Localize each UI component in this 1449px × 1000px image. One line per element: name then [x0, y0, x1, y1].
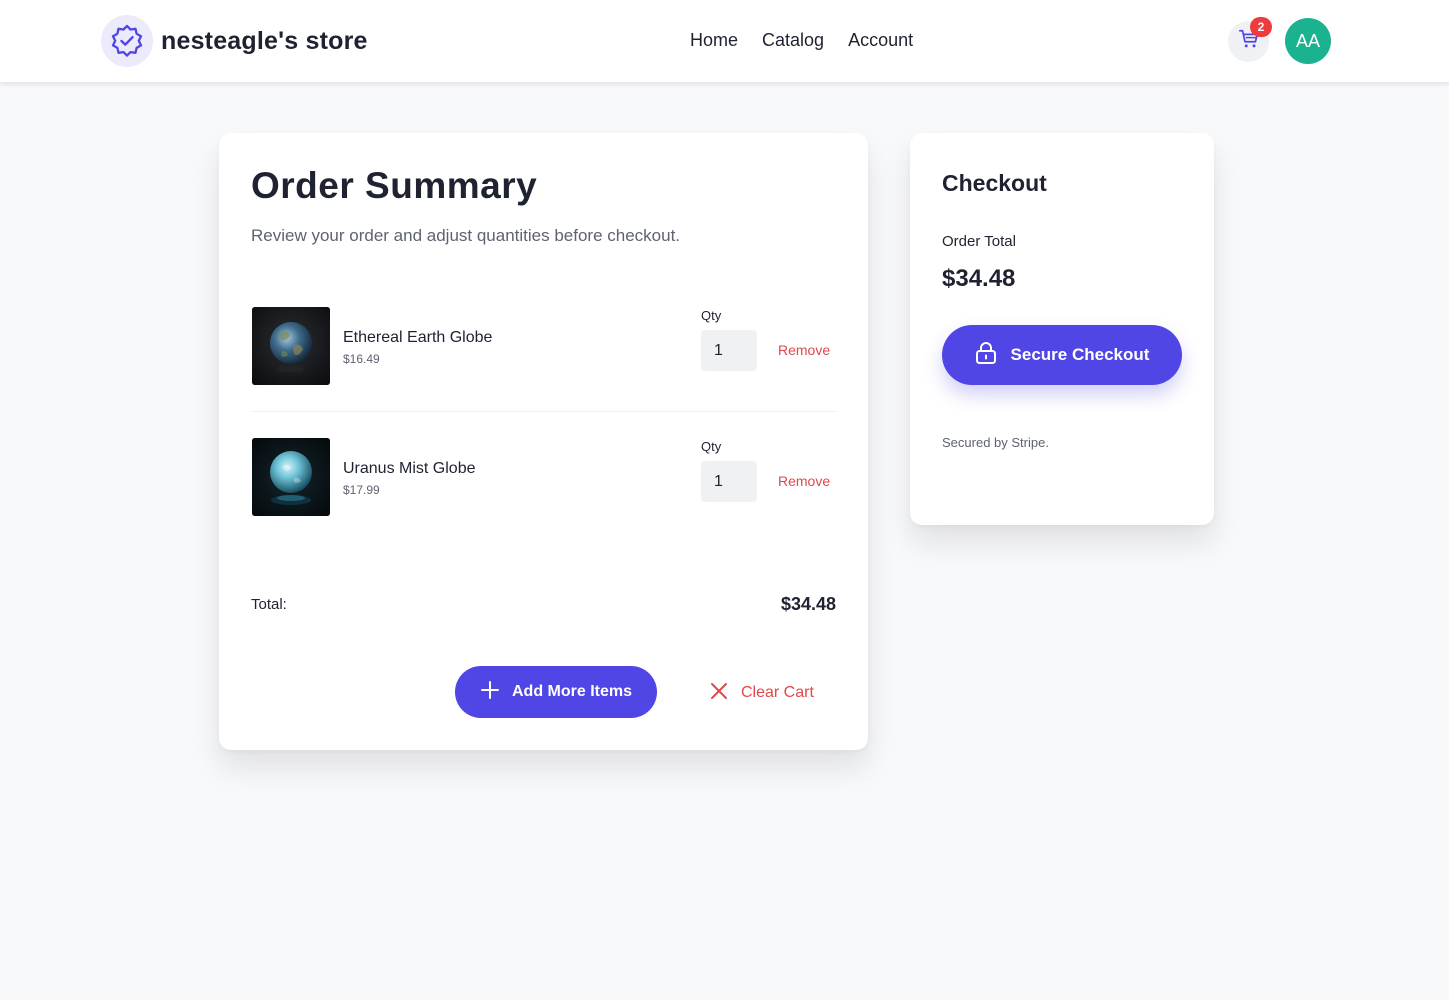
item-name: Uranus Mist Globe	[343, 460, 476, 477]
order-summary-title: Order Summary	[251, 165, 538, 206]
order-summary-subtitle: Review your order and adjust quantities …	[251, 226, 681, 245]
total-value: $34.48	[780, 594, 836, 614]
checkout-card: Checkout Order Total $34.48 Secure Check…	[910, 133, 1214, 525]
quantity-input[interactable]	[701, 461, 757, 502]
top-header: nesteagle's store Home Catalog Account 2…	[0, 0, 1449, 83]
qty-label: Qty	[701, 439, 722, 454]
lock-icon	[975, 341, 997, 370]
nav-account-link[interactable]: Account	[848, 30, 913, 51]
remove-item-button[interactable]: Remove	[778, 342, 830, 358]
total-label: Total:	[251, 596, 287, 613]
order-total-value: $34.48	[942, 265, 1016, 292]
product-image-uranus-globe[interactable]	[252, 438, 330, 516]
quantity-input[interactable]	[701, 330, 757, 371]
remove-item-button[interactable]: Remove	[778, 473, 830, 489]
cart-count-badge: 2	[1250, 17, 1272, 37]
item-divider	[251, 411, 837, 412]
nav-home-link[interactable]: Home	[690, 30, 738, 51]
order-summary-card: Order Summary Review your order and adju…	[219, 133, 868, 750]
stripe-note: Secured by Stripe.	[942, 435, 1049, 450]
plus-icon	[480, 680, 500, 705]
product-image-earth-globe[interactable]	[252, 307, 330, 385]
main-nav: Home Catalog Account	[690, 30, 913, 51]
nav-catalog-link[interactable]: Catalog	[762, 30, 824, 51]
close-icon	[709, 681, 729, 706]
checkout-title: Checkout	[942, 170, 1047, 196]
brand[interactable]: nesteagle's store	[101, 15, 368, 67]
clear-cart-button[interactable]: Clear Cart	[709, 682, 814, 704]
add-more-items-label: Add More Items	[511, 683, 632, 700]
item-price: $17.99	[343, 483, 380, 497]
store-name: nesteagle's store	[161, 26, 368, 55]
avatar[interactable]: AA	[1285, 18, 1331, 64]
cart-item: Ethereal Earth Globe $16.49 Qty Remove	[251, 307, 837, 387]
item-price: $16.49	[343, 352, 380, 366]
secure-checkout-label: Secure Checkout	[1010, 345, 1150, 364]
order-total-label: Order Total	[942, 233, 1016, 250]
qty-label: Qty	[701, 308, 722, 323]
add-more-items-button[interactable]: Add More Items	[455, 666, 657, 718]
verified-badge-icon	[101, 15, 153, 67]
cart-item: Uranus Mist Globe $17.99 Qty Remove	[251, 438, 837, 518]
secure-checkout-button[interactable]: Secure Checkout	[942, 325, 1182, 385]
clear-cart-label: Clear Cart	[741, 684, 814, 701]
item-name: Ethereal Earth Globe	[343, 329, 493, 346]
